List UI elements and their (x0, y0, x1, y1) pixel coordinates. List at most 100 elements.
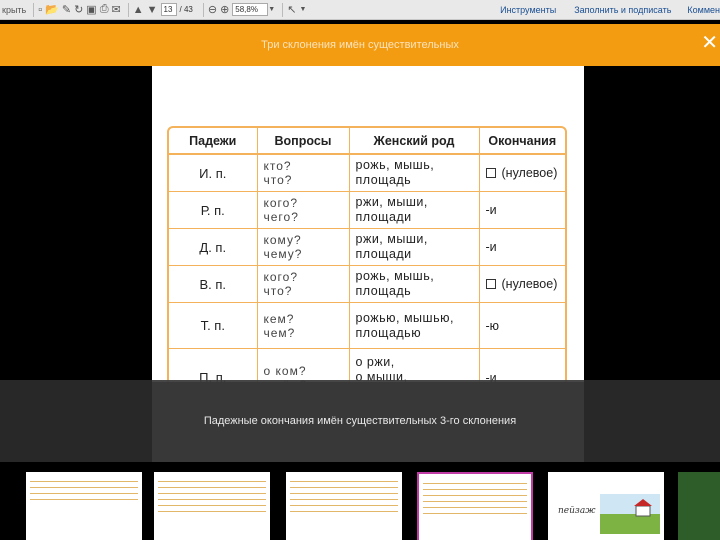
case-cell: Д. п. (169, 228, 258, 266)
create-pdf-icon[interactable]: ▫ (38, 2, 42, 18)
comment-menu[interactable]: Коммен (687, 5, 720, 15)
thumbnail-1[interactable] (26, 472, 142, 540)
empty-box-icon (485, 279, 496, 289)
case-cell: Т. п. (169, 302, 258, 349)
form-text: площадью (355, 325, 422, 340)
questions-cell: кто? что? (257, 153, 350, 192)
header-feminine: Женский род (349, 128, 480, 155)
zoom-out-icon[interactable]: ⊖ (208, 2, 217, 18)
save-icon[interactable]: ▣ (86, 2, 96, 18)
ending-text: -и (485, 240, 497, 254)
question-text: о ком? (263, 363, 307, 378)
thumbnail-strip: пейзаж (0, 462, 720, 540)
open-button[interactable]: крыть (2, 2, 26, 18)
thumbnail-word: пейзаж (558, 506, 596, 516)
ending-cell: (нулевое) (479, 265, 565, 303)
forms-cell: рожью, мышью, площадью (349, 302, 480, 349)
forms-cell: рожь, мышь, площадь (349, 153, 480, 192)
thumbnail-6[interactable] (678, 472, 720, 540)
question-text: что? (263, 284, 293, 298)
toolbar-separator (282, 2, 284, 17)
thumbnail-4-active[interactable] (417, 472, 533, 540)
question-text: кто? (263, 159, 292, 173)
header-cases: Падежи (169, 128, 258, 155)
header-endings: Окончания (479, 128, 565, 155)
questions-cell: кому? чему? (257, 228, 350, 266)
close-icon[interactable]: ✕ (701, 32, 718, 54)
zoom-dropdown-icon[interactable]: ▼ (268, 2, 275, 18)
table-row: Т. п. кем? чем? рожью, мышью, площадью -ю (169, 302, 565, 349)
email-icon[interactable]: ✉ (112, 2, 121, 18)
thumbnail-2[interactable] (154, 472, 270, 540)
landscape-icon (600, 494, 660, 534)
slideshow-title: Три склонения имён существительных (261, 39, 459, 51)
form-text: площади (355, 210, 412, 224)
edit-icon[interactable]: ✎ (62, 2, 71, 18)
question-text: что? (263, 173, 293, 187)
case-cell: П. п. (169, 348, 258, 382)
question-text: чем? (263, 325, 296, 340)
slide-caption: Падежные окончания имён существительных … (0, 380, 720, 462)
tools-menu[interactable]: Инструменты (500, 5, 556, 15)
form-text: ржи, мыши, (355, 195, 428, 209)
thumbnail-5[interactable]: пейзаж (548, 472, 664, 540)
questions-cell: кого? что? (257, 265, 350, 303)
fill-sign-menu[interactable]: Заполнить и подписать (574, 5, 671, 15)
forms-cell: рожь, мышь, площадь (349, 265, 480, 303)
ending-text: -и (485, 203, 497, 217)
page-up-icon[interactable]: ▲ (133, 2, 144, 18)
form-text: рожь, мышь, (355, 269, 435, 283)
forms-cell: ржи, мыши, площади (349, 191, 480, 229)
questions-cell: кем? чем? (257, 302, 350, 349)
form-text: о ржи, (355, 355, 395, 370)
ending-text: (нулевое) (501, 277, 558, 291)
question-text: чего? (263, 210, 299, 224)
zoom-in-icon[interactable]: ⊕ (220, 2, 229, 18)
case-cell: Р. п. (169, 191, 258, 229)
ending-cell: -и (479, 348, 565, 382)
caption-text: Падежные окончания имён существительных … (203, 415, 517, 427)
ending-text: -ю (485, 318, 500, 333)
page-number-input[interactable]: 13 (160, 3, 177, 16)
empty-box-icon (485, 168, 496, 178)
slideshow-title-bar: Три склонения имён существительных ✕ (0, 24, 720, 66)
questions-cell: кого? чего? (257, 191, 350, 229)
slide: Падежи Вопросы Женский род Окончания И. … (152, 66, 584, 382)
zoom-select[interactable]: 58,8% (232, 3, 269, 16)
case-cell: И. п. (169, 153, 258, 192)
table-row: И. п. кто? что? рожь, мышь, площадь (нулевое) (169, 153, 565, 192)
viewer-window: крыть ▫ 📂 ✎ ↻ ▣ ⎙ ✉ ▲ ▼ 13 / 43 ⊖ ⊕ 58,8… (0, 0, 720, 540)
form-text: ржи, мыши, (355, 232, 428, 246)
ending-cell: -ю (479, 302, 565, 349)
thumbnail-3[interactable] (286, 472, 402, 540)
question-text: кому? (263, 233, 302, 247)
questions-cell: о ком?о чём? (257, 348, 350, 382)
form-text: площади (355, 247, 412, 261)
select-tool-icon[interactable]: ↖ (287, 2, 296, 18)
table-row: В. п. кого? что? рожь, мышь, площадь (нулевое… (169, 265, 565, 303)
toolbar-separator (33, 2, 35, 17)
question-text: кого? (263, 196, 299, 210)
form-text: площадь (355, 173, 412, 187)
question-text: чему? (263, 247, 303, 261)
toolbar-separator (202, 2, 204, 17)
sync-icon[interactable]: ↻ (74, 2, 83, 18)
forms-cell: ржи, мыши, площади (349, 228, 480, 266)
ending-cell: -и (479, 228, 565, 266)
ending-cell: -и (479, 191, 565, 229)
form-text: рожью, мышью, (355, 310, 454, 325)
question-text: кем? (263, 311, 295, 326)
header-questions: Вопросы (257, 128, 350, 155)
open-file-icon[interactable]: 📂 (45, 2, 59, 18)
question-text: кого? (263, 270, 299, 284)
form-text: площадь (355, 284, 412, 298)
table-row: П. п.о ком?о чём?о ржи,о мыши,о площади-… (169, 348, 565, 382)
toolbar-separator (127, 2, 129, 17)
table-row: Д. п. кому? чему? ржи, мыши, площади -и (169, 228, 565, 266)
form-text: рожь, мышь, (355, 158, 435, 172)
case-cell: В. п. (169, 265, 258, 303)
print-icon[interactable]: ⎙ (100, 2, 109, 18)
ending-text: (нулевое) (501, 166, 558, 180)
tool-dropdown-icon[interactable]: ▼ (299, 2, 306, 18)
page-down-icon[interactable]: ▼ (147, 2, 158, 18)
